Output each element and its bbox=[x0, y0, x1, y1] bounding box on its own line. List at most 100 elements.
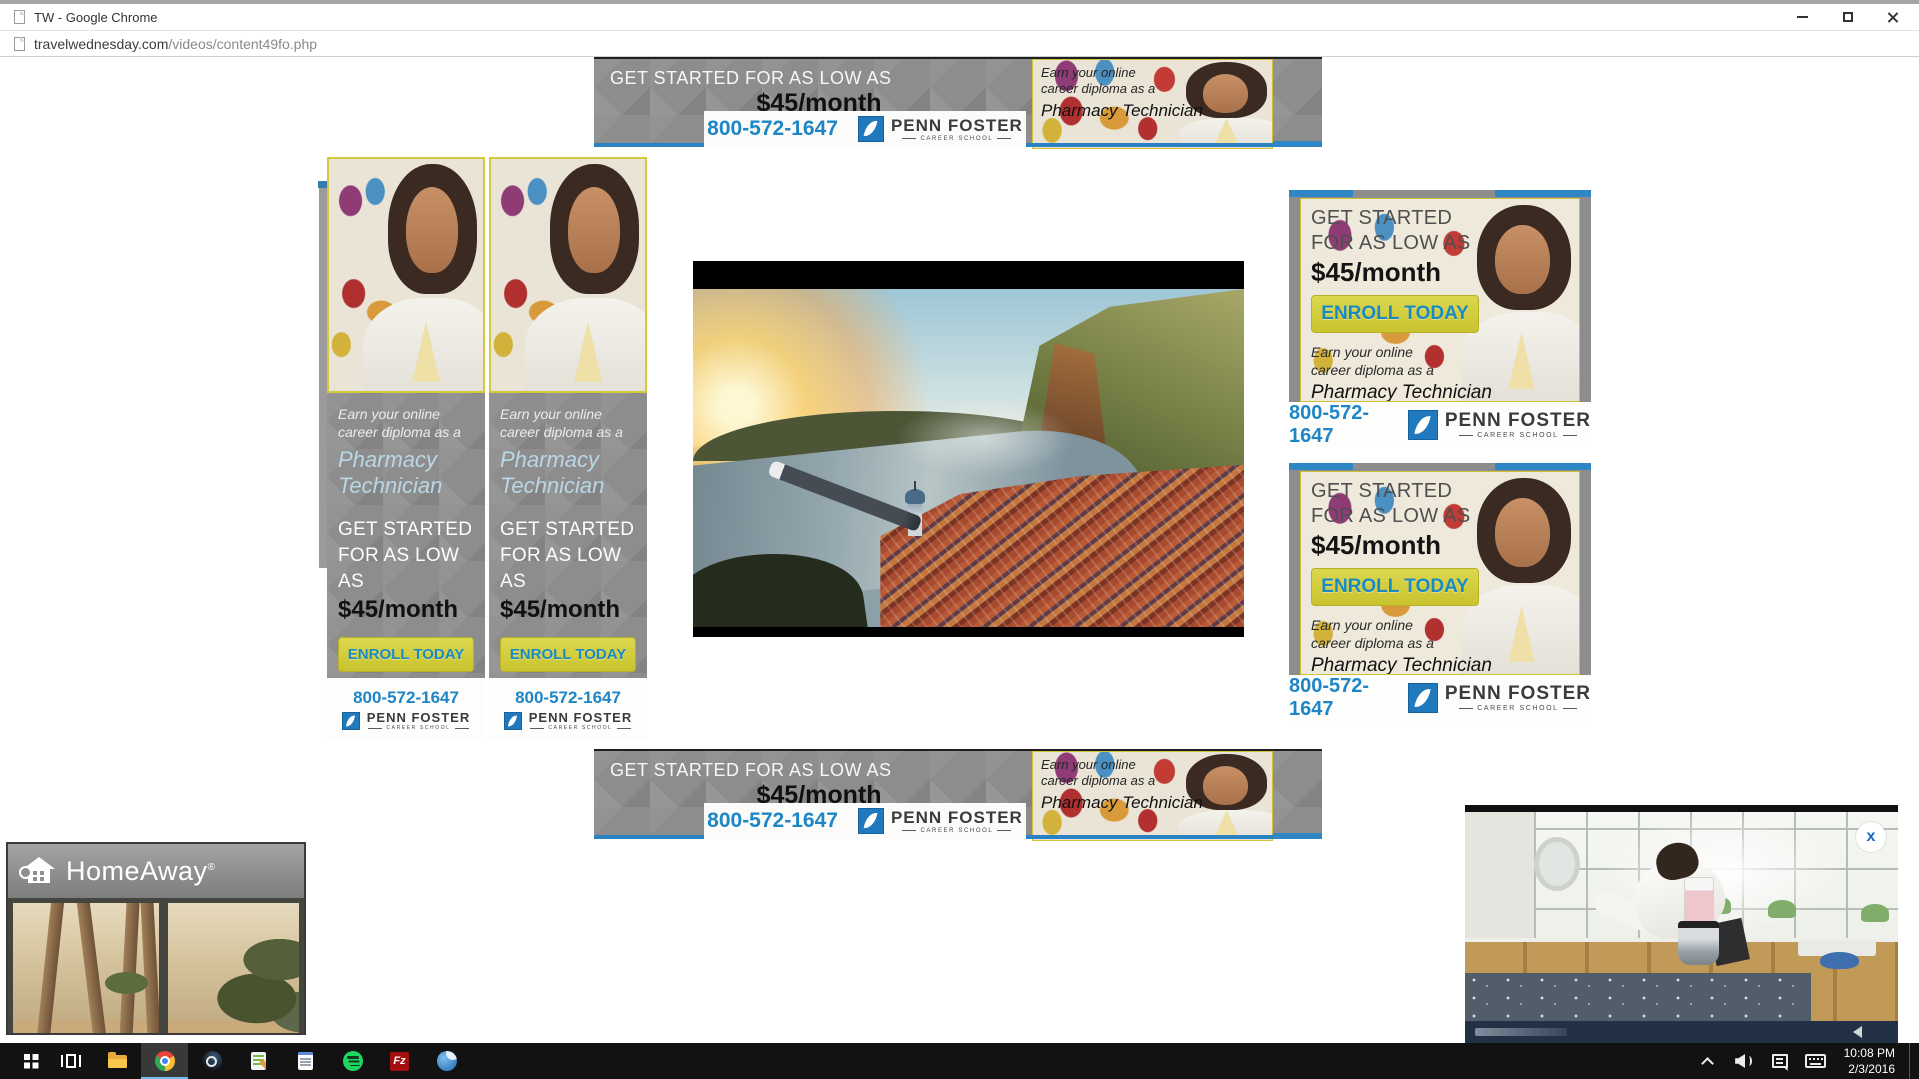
homeaway-header: HomeAway® bbox=[8, 844, 304, 898]
page-icon-small bbox=[14, 36, 25, 51]
enroll-today-button[interactable]: ENROLL TODAY bbox=[1311, 295, 1479, 333]
banner-contact-box: 800-572-1647 PENN FOSTER CAREER SCHOOL bbox=[704, 803, 1026, 839]
clock-time: 10:08 PM bbox=[1843, 1045, 1895, 1060]
phone-number[interactable]: 800-572-1647 bbox=[353, 688, 459, 708]
address-text[interactable]: travelwednesday.com/videos/content49fo.p… bbox=[34, 36, 317, 52]
steam-icon bbox=[201, 1051, 222, 1071]
close-button[interactable] bbox=[1870, 4, 1915, 30]
ad-headline-1: GET STARTED bbox=[1311, 480, 1453, 502]
ad-tagline-1: Earn your online bbox=[500, 406, 602, 422]
ad-skyscraper-2[interactable]: Earn your online career diploma as a Pha… bbox=[489, 157, 647, 740]
taskbar-filezilla-button[interactable]: Fz bbox=[376, 1043, 423, 1079]
ad-tagline-2: career diploma as a bbox=[1311, 635, 1434, 652]
phone-number[interactable]: 800-572-1647 bbox=[1289, 675, 1392, 721]
action-center-icon bbox=[1771, 1054, 1788, 1068]
spotify-icon bbox=[342, 1051, 363, 1071]
minimize-button[interactable] bbox=[1780, 4, 1825, 30]
speaker-icon bbox=[1735, 1054, 1753, 1068]
clock-date: 2/3/2016 bbox=[1848, 1062, 1895, 1076]
pennfoster-logo: PENN FOSTER CAREER SCHOOL bbox=[341, 711, 470, 731]
banner-contact-box: 800-572-1647 PENN FOSTER CAREER SCHOOL bbox=[704, 111, 1026, 147]
pennfoster-flag-icon bbox=[857, 808, 884, 834]
palm-fronds bbox=[182, 930, 304, 1033]
task-view-icon bbox=[60, 1054, 81, 1068]
ad-headline-1: GET STARTED bbox=[1311, 207, 1453, 229]
ad-skyscraper-1[interactable]: Earn your online career diploma as a Pha… bbox=[327, 157, 485, 740]
ad-program-word1: Pharmacy bbox=[500, 447, 600, 473]
folder-icon bbox=[108, 1051, 127, 1068]
url-bar[interactable]: travelwednesday.com/videos/content49fo.p… bbox=[0, 30, 1919, 57]
banner-headline: GET STARTED FOR AS LOW AS bbox=[610, 760, 892, 780]
phone-number[interactable]: 800-572-1647 bbox=[707, 117, 838, 141]
enroll-today-button[interactable]: ENROLL TODAY bbox=[338, 637, 474, 673]
pennfoster-logo: PENN FOSTER CAREER SCHOOL bbox=[857, 116, 1023, 142]
page-content: GET STARTED FOR AS LOW AS $45/month ENRO… bbox=[0, 57, 1919, 1043]
taskbar-task-view-button[interactable] bbox=[47, 1043, 94, 1079]
taskbar-file-explorer-button[interactable] bbox=[94, 1043, 141, 1079]
ad-headline-1: GET STARTED bbox=[500, 519, 635, 541]
phone-number[interactable]: 800-572-1647 bbox=[707, 809, 838, 833]
banner-photo: Earn your online career diploma as a Pha… bbox=[1032, 59, 1273, 149]
enroll-today-button[interactable]: ENROLL TODAY bbox=[1311, 568, 1479, 606]
taskbar-spotify-button[interactable] bbox=[329, 1043, 376, 1079]
banner-tagline-1: Earn your online bbox=[1041, 757, 1136, 772]
overlay-video-player[interactable]: x bbox=[1465, 805, 1898, 1043]
ad-contact-box: 800-572-1647 PENN FOSTER CAREER SCHOOL bbox=[1289, 402, 1591, 448]
ad-rectangle-2[interactable]: GET STARTED FOR AS LOW AS $45/month ENRO… bbox=[1289, 463, 1591, 721]
show-desktop-button[interactable] bbox=[1909, 1043, 1915, 1079]
taskbar-notepad-button[interactable] bbox=[282, 1043, 329, 1079]
taskbar-steam-button[interactable] bbox=[188, 1043, 235, 1079]
pennfoster-flag-icon bbox=[1407, 683, 1438, 713]
taskbar-notepad-plus-button[interactable] bbox=[235, 1043, 282, 1079]
ad-headline-2: FOR AS LOW AS bbox=[1311, 505, 1471, 527]
ad-price: $45/month bbox=[1311, 257, 1442, 287]
minimize-icon bbox=[1797, 16, 1808, 18]
ad-homeaway[interactable]: HomeAway® bbox=[6, 842, 306, 1035]
banner-headline: GET STARTED FOR AS LOW AS bbox=[610, 68, 892, 88]
chevron-up-icon bbox=[1701, 1056, 1714, 1070]
main-video-player[interactable] bbox=[693, 261, 1244, 637]
ad-tagline-2: career diploma as a bbox=[500, 424, 623, 441]
overlay-close-button[interactable]: x bbox=[1856, 822, 1886, 852]
url-path: /videos/content49fo.php bbox=[168, 35, 318, 52]
ad-contact-box: 800-572-1647 PENN FOSTER CAREER SCHOOL bbox=[489, 678, 647, 740]
pharmacy-background bbox=[491, 159, 645, 391]
taskbar-chrome-button[interactable] bbox=[141, 1043, 188, 1079]
skyscraper-photo bbox=[489, 157, 647, 393]
window-title: TW - Google Chrome bbox=[34, 9, 158, 25]
maximize-button[interactable] bbox=[1825, 4, 1870, 30]
tray-touch-keyboard-button[interactable] bbox=[1802, 1043, 1830, 1079]
ad-program: Pharmacy Technician bbox=[1311, 382, 1492, 402]
maximize-icon bbox=[1842, 12, 1853, 22]
taskbar-start-button[interactable] bbox=[0, 1043, 47, 1079]
ad-rectangle-1[interactable]: GET STARTED FOR AS LOW AS $45/month ENRO… bbox=[1289, 190, 1591, 448]
banner-photo: Earn your online career diploma as a Pha… bbox=[1032, 751, 1273, 841]
taskbar-clock[interactable]: 10:08 PM 2/3/2016 bbox=[1838, 1045, 1901, 1077]
windowsill-plant bbox=[1861, 903, 1890, 922]
tray-action-center-button[interactable] bbox=[1766, 1043, 1794, 1079]
pennfoster-logo: PENN FOSTER CAREER SCHOOL bbox=[1407, 683, 1591, 713]
url-domain: travelwednesday.com bbox=[34, 35, 169, 52]
editor-document-icon bbox=[251, 1052, 266, 1070]
taskbar-thunderbird-button[interactable] bbox=[423, 1043, 470, 1079]
phone-number[interactable]: 800-572-1647 bbox=[515, 688, 621, 708]
pennfoster-flag-icon bbox=[1407, 410, 1438, 440]
phone-number[interactable]: 800-572-1647 bbox=[1289, 402, 1392, 448]
ad-headline-2: FOR AS LOW AS bbox=[338, 544, 460, 592]
ad-banner-bottom[interactable]: GET STARTED FOR AS LOW AS $45/month ENRO… bbox=[594, 749, 1322, 841]
ad-price: $45/month bbox=[1311, 530, 1442, 560]
taskbar: Fz 10:08 PM 2/3/2016 bbox=[0, 1043, 1919, 1079]
pennfoster-logo: PENN FOSTER CAREER SCHOOL bbox=[503, 711, 632, 731]
thunderbird-icon bbox=[436, 1051, 457, 1071]
tray-hidden-icons-button[interactable] bbox=[1694, 1043, 1722, 1079]
ad-program-word2: Technician bbox=[338, 473, 443, 499]
ad-headline-2: FOR AS LOW AS bbox=[500, 544, 622, 592]
tray-volume-button[interactable] bbox=[1730, 1043, 1758, 1079]
keyboard-icon bbox=[1805, 1054, 1827, 1068]
page-icon bbox=[14, 10, 25, 24]
ad-banner-top[interactable]: GET STARTED FOR AS LOW AS $45/month ENRO… bbox=[594, 57, 1322, 149]
enroll-today-button[interactable]: ENROLL TODAY bbox=[500, 637, 636, 673]
palm-fronds bbox=[90, 962, 162, 1004]
ad-program-word1: Pharmacy bbox=[338, 447, 438, 473]
overlay-video-bar bbox=[1465, 1021, 1898, 1043]
